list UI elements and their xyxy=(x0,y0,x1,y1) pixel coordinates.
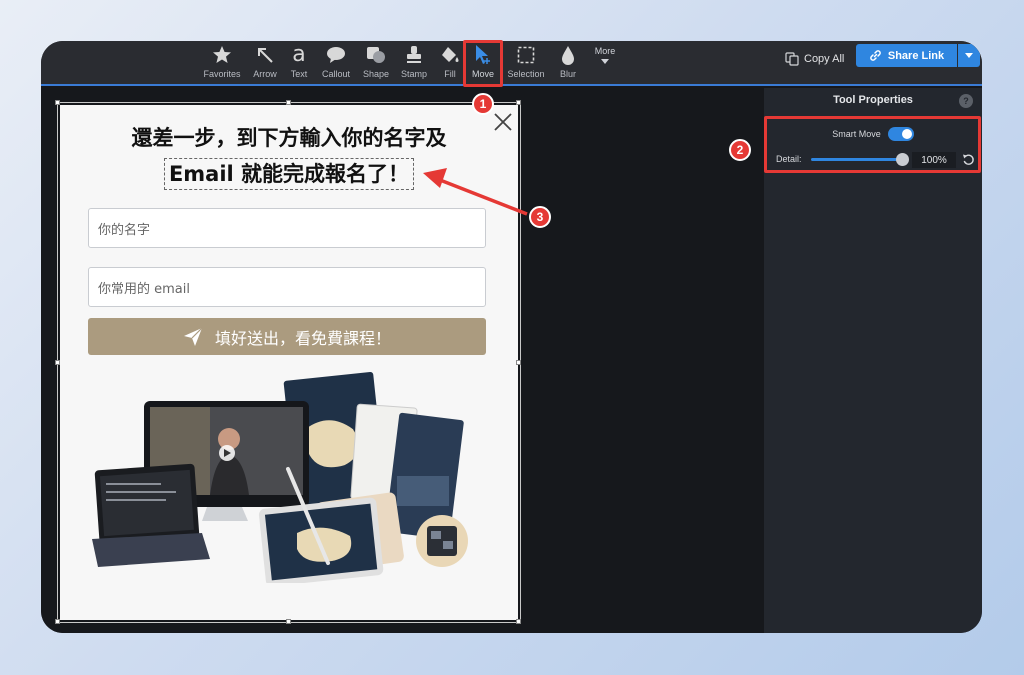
annotation-arrow xyxy=(423,168,528,216)
